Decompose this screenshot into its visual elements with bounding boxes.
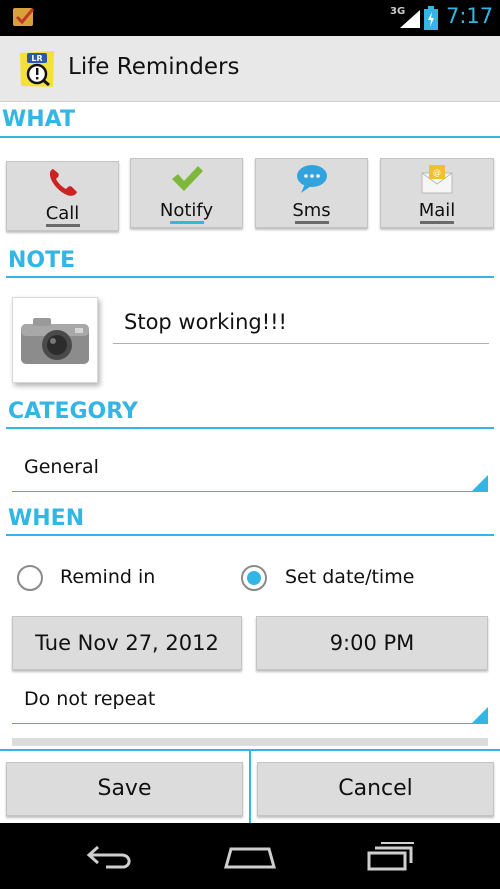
type-sms-label: Sms [292, 200, 331, 221]
status-time: 7:17 [446, 4, 494, 28]
app-title: Life Reminders [68, 54, 240, 80]
section-when-header: WHEN [8, 506, 85, 531]
section-note-divider [6, 276, 494, 278]
phone-icon [49, 169, 77, 196]
note-text-input[interactable] [113, 300, 489, 344]
type-mail-label: Mail [418, 200, 456, 221]
section-what-divider [0, 136, 500, 138]
repeat-value: Do not repeat [24, 688, 156, 710]
type-sms-indicator [294, 221, 329, 224]
scroll-content-peek [12, 738, 488, 746]
time-picker-button[interactable]: 9:00 PM [256, 616, 488, 670]
set-datetime-label[interactable]: Set date/time [285, 566, 414, 588]
category-value: General [24, 456, 99, 478]
type-call-indicator [45, 224, 80, 227]
camera-icon [21, 318, 89, 364]
note-photo-button[interactable] [12, 297, 98, 383]
signal-icon [400, 10, 420, 28]
section-when-divider [6, 534, 494, 536]
checkmark-icon [171, 166, 203, 191]
notification-checkmark-icon [13, 8, 35, 26]
dropdown-arrow-icon [472, 475, 488, 491]
type-call-label: Call [45, 203, 80, 224]
status-bar: 3G 7:17 [0, 0, 500, 36]
set-datetime-radio[interactable] [241, 565, 267, 591]
chat-bubble-icon [296, 165, 327, 193]
cancel-button[interactable]: Cancel [257, 762, 494, 816]
type-sms-button[interactable]: Sms [255, 158, 368, 228]
navigation-bar [0, 823, 500, 889]
bottom-button-separator [249, 751, 251, 823]
section-category-divider [6, 427, 494, 429]
type-call-button[interactable]: Call [6, 161, 119, 231]
section-category-header: CATEGORY [8, 399, 138, 424]
category-spinner[interactable]: General [12, 450, 488, 492]
battery-charging-icon [424, 6, 438, 30]
app-logo-icon[interactable]: LR [18, 49, 56, 89]
date-picker-button[interactable]: Tue Nov 27, 2012 [12, 616, 242, 670]
dropdown-arrow-icon [472, 707, 488, 723]
type-notify-button[interactable]: Notify [130, 158, 243, 228]
type-mail-indicator [420, 221, 454, 224]
type-notify-indicator [169, 221, 204, 224]
save-button[interactable]: Save [6, 762, 243, 816]
envelope-icon: @ [421, 165, 453, 194]
remind-in-radio[interactable] [17, 565, 43, 591]
action-bar: LR Life Reminders [0, 36, 500, 102]
section-what-header: WHAT [2, 107, 76, 132]
remind-in-label[interactable]: Remind in [60, 566, 155, 588]
type-mail-button[interactable]: @ Mail [380, 158, 494, 228]
home-icon[interactable] [223, 843, 277, 871]
app-logo-text: LR [31, 54, 42, 63]
svg-text:@: @ [433, 168, 441, 177]
recents-icon[interactable] [366, 841, 416, 871]
type-notify-label: Notify [159, 200, 214, 221]
section-note-header: NOTE [8, 248, 76, 273]
repeat-spinner[interactable]: Do not repeat [12, 682, 488, 724]
back-icon[interactable] [86, 843, 136, 871]
